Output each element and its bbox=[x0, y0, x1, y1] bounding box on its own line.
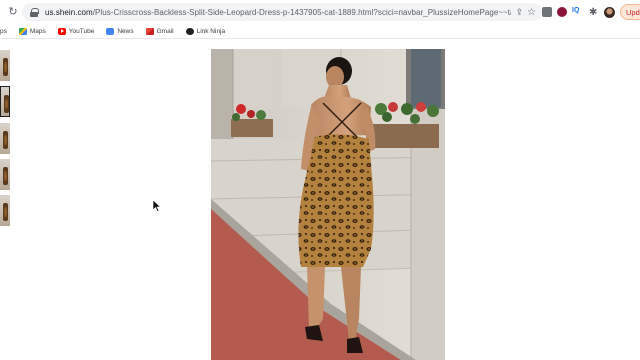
news-icon bbox=[106, 27, 115, 35]
url-text[interactable]: us.shein.com/Plus-Crisscross-Backless-Sp… bbox=[45, 8, 511, 17]
bookmark-maps[interactable]: Maps bbox=[18, 27, 46, 35]
maps-icon bbox=[18, 27, 27, 35]
extensions-puzzle-icon[interactable]: ✱ bbox=[589, 7, 599, 18]
bookmark-news[interactable]: News bbox=[106, 27, 134, 35]
bookmark-gmail[interactable]: Gmail bbox=[145, 27, 174, 35]
link-ninja-icon bbox=[185, 27, 194, 35]
extension-iq-icon[interactable]: IQ bbox=[572, 7, 584, 17]
toolbar-divider bbox=[0, 38, 640, 39]
product-thumbnail[interactable] bbox=[0, 159, 10, 190]
product-thumbnail[interactable] bbox=[0, 86, 10, 117]
bookmark-label: ps bbox=[0, 27, 7, 35]
bookmark-link-ninja[interactable]: Link Ninja bbox=[185, 27, 226, 35]
browser-toolbar: ↻ us.shein.com/Plus-Crisscross-Backless-… bbox=[0, 0, 640, 24]
youtube-icon bbox=[57, 27, 66, 35]
url-host: us.shein.com bbox=[45, 7, 93, 17]
lock-icon[interactable] bbox=[30, 7, 39, 17]
extensions-area: IQ ✱ bbox=[542, 5, 615, 19]
bookmark-youtube[interactable]: YouTube bbox=[57, 27, 95, 35]
bookmark-star-icon[interactable]: ☆ bbox=[527, 7, 536, 18]
gmail-icon bbox=[145, 27, 154, 35]
url-path: /Plus-Crisscross-Backless-Split-Side-Leo… bbox=[92, 7, 512, 17]
bookmark-label: YouTube bbox=[68, 27, 95, 35]
reload-icon[interactable]: ↻ bbox=[6, 5, 20, 19]
bookmark-label: Gmail bbox=[156, 27, 174, 35]
share-icon[interactable]: ⇪ bbox=[515, 7, 523, 18]
extension-icon[interactable] bbox=[542, 7, 552, 17]
bookmark-label: News bbox=[117, 27, 134, 35]
product-thumbnail[interactable] bbox=[0, 195, 10, 226]
bookmark-label: Link Ninja bbox=[196, 27, 226, 35]
extension-icon[interactable] bbox=[557, 7, 567, 17]
address-bar[interactable]: us.shein.com/Plus-Crisscross-Backless-Sp… bbox=[22, 3, 542, 21]
bookmark-apps[interactable]: ps bbox=[0, 28, 7, 35]
product-main-image[interactable] bbox=[211, 49, 445, 360]
profile-avatar[interactable] bbox=[604, 6, 615, 18]
bookmark-label: Maps bbox=[29, 27, 46, 35]
product-thumbnail[interactable] bbox=[0, 50, 10, 81]
update-button[interactable]: Upd bbox=[620, 4, 640, 20]
bookmarks-bar: ps Maps YouTube News Gmail Link Ninja bbox=[0, 24, 640, 38]
product-thumbnail[interactable] bbox=[0, 123, 10, 154]
mouse-cursor-icon bbox=[153, 200, 161, 212]
